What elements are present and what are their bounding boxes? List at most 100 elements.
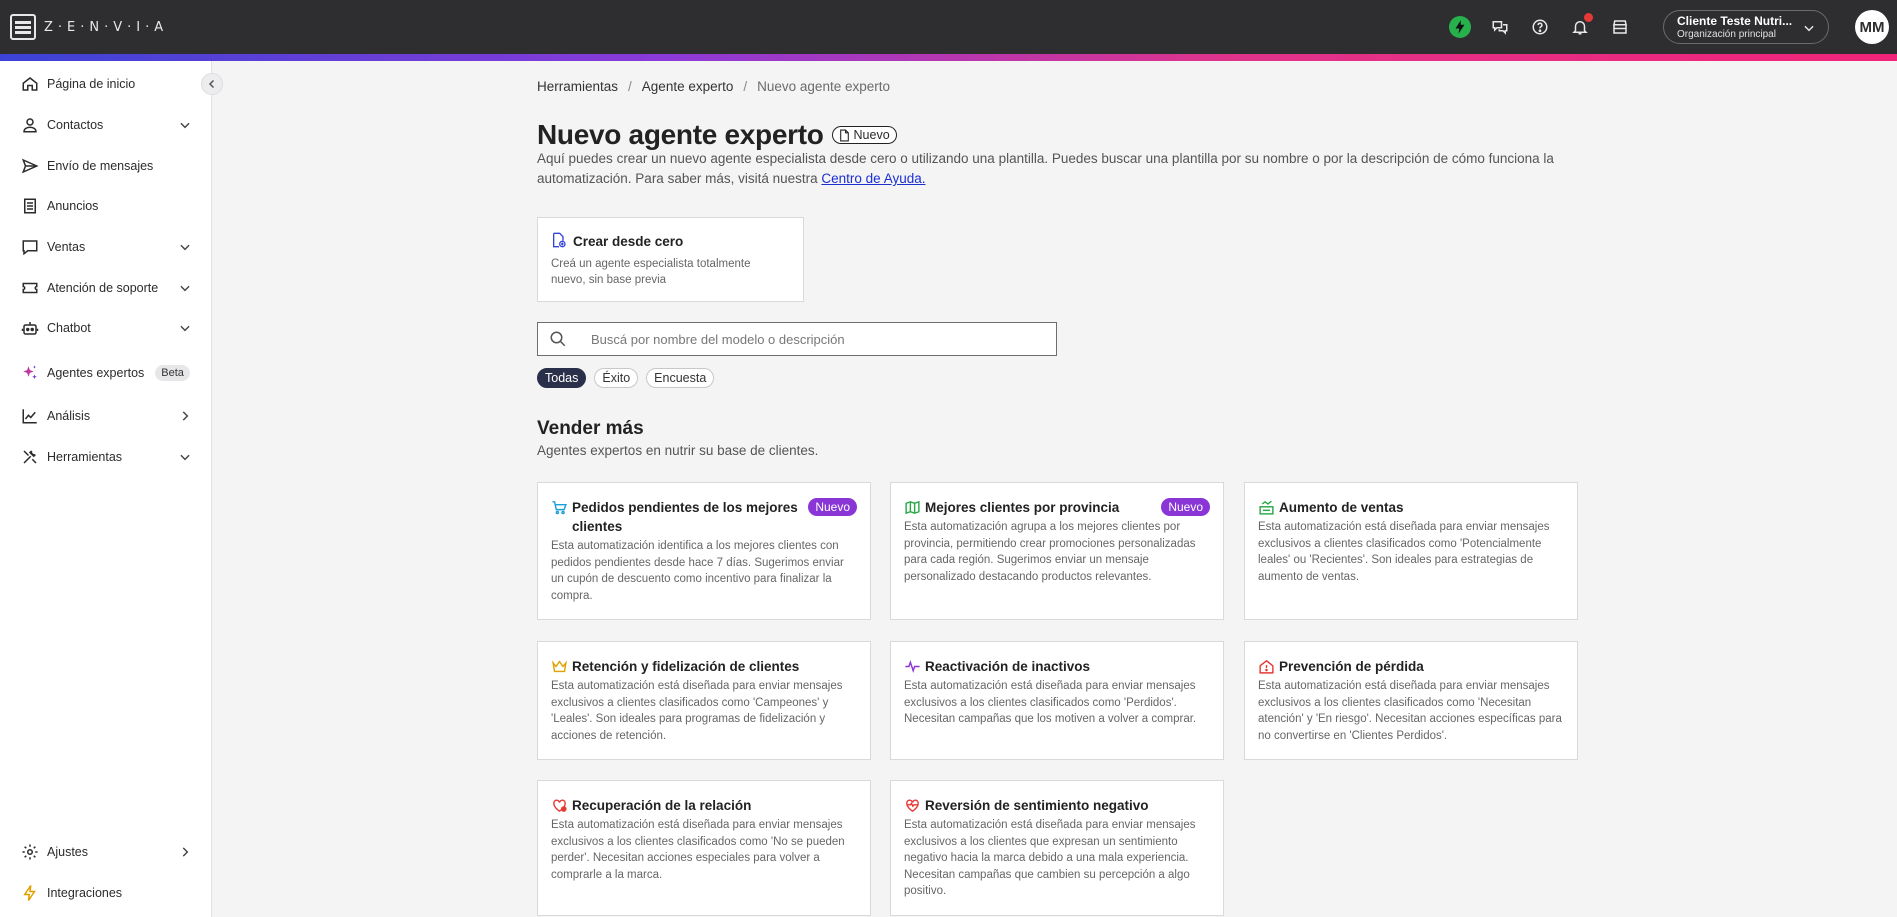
file-plus-icon [551, 232, 569, 250]
chevron-down-icon [178, 321, 192, 340]
card-title: Retención y fidelización de clientes [572, 659, 800, 674]
sidebar-item-label: Anuncios [47, 199, 99, 213]
page-intro: Aquí puedes crear un nuevo agente especi… [537, 149, 1577, 189]
brand-gradient-strip [0, 54, 1897, 61]
person-icon [20, 115, 40, 135]
store-icon[interactable] [1609, 16, 1631, 38]
card-description: Esta automatización identifica a los mej… [551, 540, 844, 602]
card-description: Esta automatización está diseñada para e… [904, 680, 1197, 725]
sidebar-item-chatbot[interactable]: Chatbot [0, 311, 212, 345]
breadcrumb-tools[interactable]: Herramientas [537, 79, 618, 94]
sidebar-item-integrations[interactable]: Integraciones [0, 876, 212, 910]
card-title: Reactivación de inactivos [925, 659, 1091, 674]
breadcrumb-expert-agent[interactable]: Agente experto [642, 79, 734, 94]
send-icon [20, 156, 40, 176]
breadcrumb-separator: / [628, 79, 632, 94]
avatar[interactable]: MM [1855, 10, 1889, 44]
create-card-title: Crear desde cero [573, 233, 684, 249]
filter-success[interactable]: Éxito [594, 368, 639, 388]
sidebar-item-messaging[interactable]: Envío de mensajes [0, 149, 212, 183]
map-icon [904, 499, 921, 516]
zenvia-logo[interactable]: Z·E·N·V·I·A [10, 14, 168, 40]
sidebar-item-sales[interactable]: Ventas [0, 230, 212, 264]
sidebar-item-settings[interactable]: Ajustes [0, 835, 212, 869]
template-card-sentiment-reversal[interactable]: Reversión de sentimiento negativo Esta a… [890, 780, 1224, 916]
tools-icon [20, 447, 40, 467]
template-search [537, 322, 1057, 356]
gear-icon [20, 842, 40, 862]
search-icon [538, 330, 578, 348]
heart-alert-icon [551, 797, 568, 814]
card-description: Esta automatización está diseñada para e… [1258, 521, 1550, 583]
filter-all[interactable]: Todas [537, 368, 587, 388]
card-title: Reversión de sentimiento negativo [925, 798, 1149, 813]
sidebar-item-expert-agents[interactable]: Agentes expertos Beta [0, 356, 212, 390]
sidebar-item-ads[interactable]: Anuncios [0, 189, 212, 223]
template-card-reactivation[interactable]: Reactivación de inactivos Esta automatiz… [890, 641, 1224, 760]
home-icon [20, 74, 40, 94]
sidebar-item-label: Herramientas [47, 450, 123, 464]
template-card-loss-prevention[interactable]: Prevención de pérdida Esta automatizació… [1244, 641, 1578, 760]
new-badge: Nuevo [808, 498, 857, 516]
sales-increase-icon [1258, 499, 1275, 516]
bolt-icon[interactable] [1449, 16, 1471, 38]
card-title: Prevención de pérdida [1279, 659, 1424, 674]
sidebar-item-label: Integraciones [47, 886, 123, 900]
sidebar-item-label: Página de inicio [47, 77, 136, 91]
filter-chips: Todas Éxito Encuesta [537, 368, 715, 388]
chevron-right-icon [178, 845, 192, 864]
chat-bubbles-icon[interactable] [1489, 16, 1511, 38]
template-card-pending-orders[interactable]: Pedidos pendientes de los mejores client… [537, 482, 871, 620]
sidebar-item-label: Chatbot [47, 321, 91, 335]
help-icon[interactable] [1529, 16, 1551, 38]
sidebar-item-home[interactable]: Página de inicio [0, 67, 212, 101]
sidebar-item-tools[interactable]: Herramientas [0, 440, 212, 474]
chevron-down-icon [178, 240, 192, 259]
template-card-sales-increase[interactable]: Aumento de ventas Esta automatización es… [1244, 482, 1578, 620]
crown-icon [551, 658, 568, 675]
chevron-down-icon [178, 450, 192, 469]
chevron-right-icon [178, 409, 192, 428]
sidebar-item-contacts[interactable]: Contactos [0, 108, 212, 142]
line-chart-icon [20, 406, 40, 426]
message-square-icon [20, 237, 40, 257]
ticket-icon [20, 278, 40, 298]
sidebar-item-support[interactable]: Atención de soporte [0, 271, 212, 305]
new-tag-label: Nuevo [853, 128, 890, 142]
card-title: Pedidos pendientes de los mejores client… [572, 500, 798, 534]
card-title: Mejores clientes por provincia [925, 500, 1120, 515]
file-icon [839, 129, 849, 141]
heart-pulse-icon [904, 797, 921, 814]
template-card-retention[interactable]: Retención y fidelización de clientes Est… [537, 641, 871, 760]
intro-text: Aquí puedes crear un nuevo agente especi… [537, 151, 1554, 186]
template-card-relationship-recovery[interactable]: Recuperación de la relación Esta automat… [537, 780, 871, 916]
card-description: Esta automatización está diseñada para e… [551, 819, 845, 881]
help-center-link[interactable]: Centro de Ayuda. [821, 171, 925, 186]
create-from-scratch-card[interactable]: Crear desde cero Creá un agente especial… [537, 217, 804, 302]
bell-icon[interactable] [1569, 13, 1593, 38]
pulse-icon [904, 658, 921, 675]
account-switcher[interactable]: Cliente Teste Nutri... Organización prin… [1663, 10, 1829, 44]
search-input[interactable] [591, 331, 1051, 347]
logo-mark-icon [10, 14, 36, 40]
sidebar-item-label: Agentes expertos [47, 366, 145, 380]
page-title: Nuevo agente experto [537, 119, 824, 150]
new-tag: Nuevo [831, 126, 897, 144]
notification-dot [1584, 13, 1593, 22]
card-description: Esta automatización está diseñada para e… [551, 680, 843, 742]
chevron-down-icon [178, 118, 192, 137]
template-card-best-by-province[interactable]: Mejores clientes por provincia Nuevo Est… [890, 482, 1224, 620]
create-card-desc: Creá un agente especialista totalmente n… [551, 258, 751, 286]
sidebar-item-label: Envío de mensajes [47, 159, 154, 173]
sidebar-item-label: Ventas [47, 240, 86, 254]
section-subtitle: Agentes expertos en nutrir su base de cl… [537, 443, 819, 458]
sidebar-item-analytics[interactable]: Análisis [0, 399, 212, 433]
filter-survey[interactable]: Encuesta [646, 368, 715, 388]
card-title: Recuperación de la relación [572, 798, 752, 813]
top-bar: Z·E·N·V·I·A Cliente Teste Nutri... Organ… [0, 0, 1897, 54]
sidebar-item-label: Atención de soporte [47, 281, 159, 295]
card-description: Esta automatización está diseñada para e… [904, 819, 1196, 897]
cart-icon [551, 499, 568, 516]
card-title: Aumento de ventas [1279, 500, 1404, 515]
robot-icon [20, 318, 40, 338]
